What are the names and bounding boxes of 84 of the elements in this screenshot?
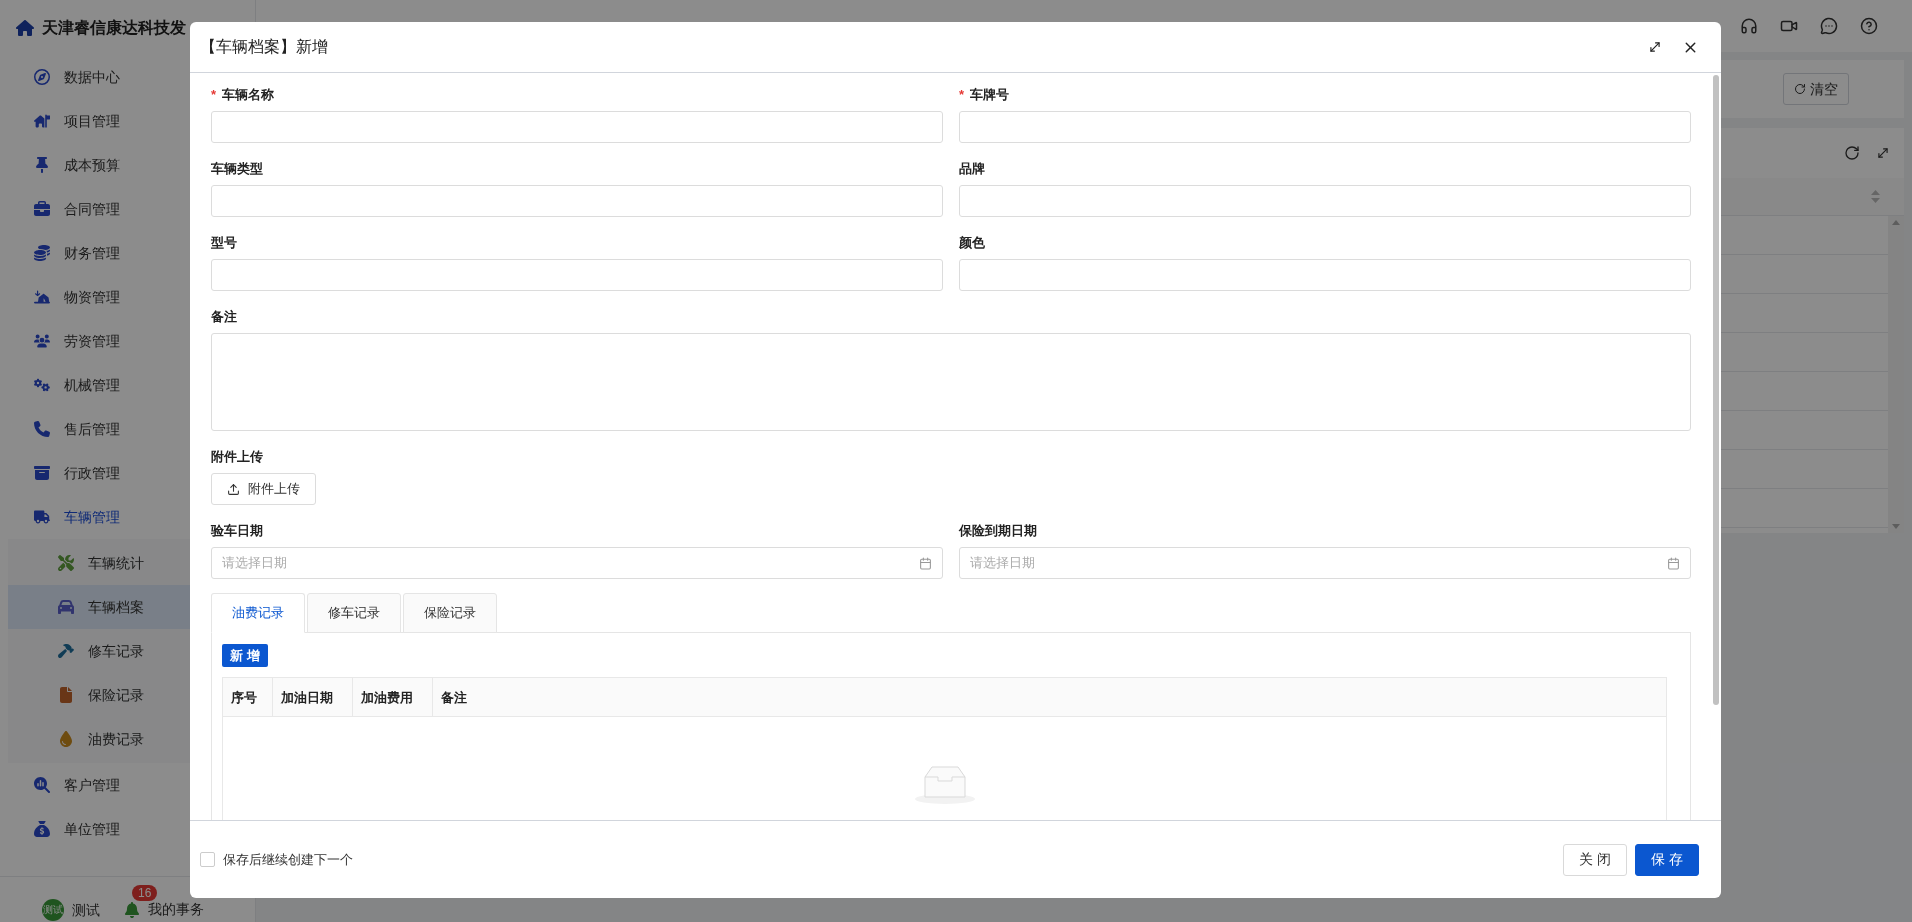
scroll-up-icon[interactable] <box>1892 220 1900 225</box>
dialog-title: 【车辆档案】新增 <box>200 37 328 57</box>
briefcase-icon <box>34 201 50 217</box>
archive-icon <box>34 465 50 481</box>
checkbox[interactable] <box>200 852 215 867</box>
house-icon <box>34 113 50 129</box>
bell-icon[interactable] <box>124 901 140 918</box>
gears-icon <box>34 377 50 393</box>
tab[interactable]: 修车记录 <box>307 593 401 633</box>
user-name: 测试 <box>72 900 100 920</box>
field-label: 品牌 <box>959 160 985 179</box>
checkbox-label[interactable]: 保存后继续创建下一个 <box>223 849 353 870</box>
text-field[interactable] <box>959 185 1691 217</box>
close-button[interactable]: 关 闭 <box>1563 843 1627 876</box>
sort-icon[interactable] <box>1871 190 1880 203</box>
text-field[interactable] <box>211 259 943 291</box>
headset-icon[interactable] <box>1740 17 1758 35</box>
tab[interactable]: 保险记录 <box>403 593 497 633</box>
field-label: 验车日期 <box>211 522 263 541</box>
column-header: 加油日期 <box>273 678 353 717</box>
magnifier-chart-icon <box>34 777 50 793</box>
file-icon <box>58 687 74 703</box>
field-label: 车辆类型 <box>211 160 263 179</box>
field-label: 保险到期日期 <box>959 522 1037 541</box>
text-field[interactable] <box>211 111 943 143</box>
refresh-icon[interactable] <box>1844 145 1860 161</box>
remarks-field[interactable] <box>211 333 1691 431</box>
tools-icon <box>58 555 74 571</box>
field-label: 型号 <box>211 234 237 253</box>
text-field[interactable] <box>959 111 1691 143</box>
chat-icon[interactable] <box>1820 17 1838 35</box>
tasks-label[interactable]: 我的事务 <box>148 899 204 920</box>
maximize-icon[interactable] <box>1648 40 1662 54</box>
notification-badge: 16 <box>132 885 158 901</box>
menu-item[interactable]: 合同管理 <box>0 187 255 231</box>
save-button[interactable]: 保 存 <box>1635 843 1699 876</box>
pin-icon <box>34 157 50 173</box>
text-field[interactable] <box>959 259 1691 291</box>
users-icon <box>34 333 50 349</box>
calendar-icon <box>1667 556 1680 570</box>
app-title: 天津睿信康达科技发 <box>42 17 186 38</box>
home-icon <box>16 18 34 37</box>
compass-icon <box>34 69 50 85</box>
submenu-item[interactable]: 油费记录 <box>8 717 255 761</box>
field-label: 备注 <box>211 308 237 327</box>
field-label: 车牌号 <box>970 86 1010 105</box>
refresh-icon <box>1794 83 1806 95</box>
menu-item[interactable]: 客户管理 <box>0 763 255 807</box>
expand-icon[interactable] <box>1876 146 1890 160</box>
column-header: 加油费用 <box>353 678 433 717</box>
tab[interactable]: 油费记录 <box>211 593 305 633</box>
required-mark: * <box>959 86 965 105</box>
menu-item[interactable]: 售后管理 <box>0 407 255 451</box>
upload-button[interactable]: 附件上传 <box>211 473 316 505</box>
car-icon <box>58 599 74 615</box>
field-label: 车辆名称 <box>222 86 275 105</box>
hammer-icon <box>58 643 74 659</box>
truck-icon <box>34 509 50 525</box>
column-header: 序号 <box>223 678 273 717</box>
phone-icon <box>34 421 50 437</box>
field-label: 颜色 <box>959 234 985 253</box>
add-button[interactable]: 新 增 <box>222 644 268 668</box>
text-field[interactable] <box>211 185 943 217</box>
help-icon[interactable] <box>1860 17 1878 35</box>
field-label: 附件上传 <box>211 448 263 467</box>
tent-icon <box>34 289 50 305</box>
column-header: 备注 <box>440 688 468 707</box>
menu-item[interactable]: 单位管理 <box>0 807 255 851</box>
droplet-icon <box>58 731 74 747</box>
date-field[interactable]: 请选择日期 <box>211 547 943 579</box>
date-input[interactable]: 请选择日期 <box>222 553 919 573</box>
menu-item[interactable]: 机械管理 <box>0 363 255 407</box>
calendar-icon <box>919 556 932 570</box>
empty-inbox-icon <box>913 765 976 806</box>
money-bag-icon <box>34 821 50 837</box>
coins-icon <box>34 245 50 261</box>
user-avatar[interactable]: 测试 <box>42 899 64 921</box>
upload-icon <box>227 482 240 496</box>
clear-button[interactable]: 清空 <box>1783 73 1849 105</box>
date-field[interactable]: 请选择日期 <box>959 547 1691 579</box>
required-mark: * <box>211 86 217 105</box>
scroll-down-icon[interactable] <box>1892 524 1900 529</box>
date-input[interactable]: 请选择日期 <box>970 553 1667 573</box>
scrollbar-thumb[interactable] <box>1713 75 1719 705</box>
